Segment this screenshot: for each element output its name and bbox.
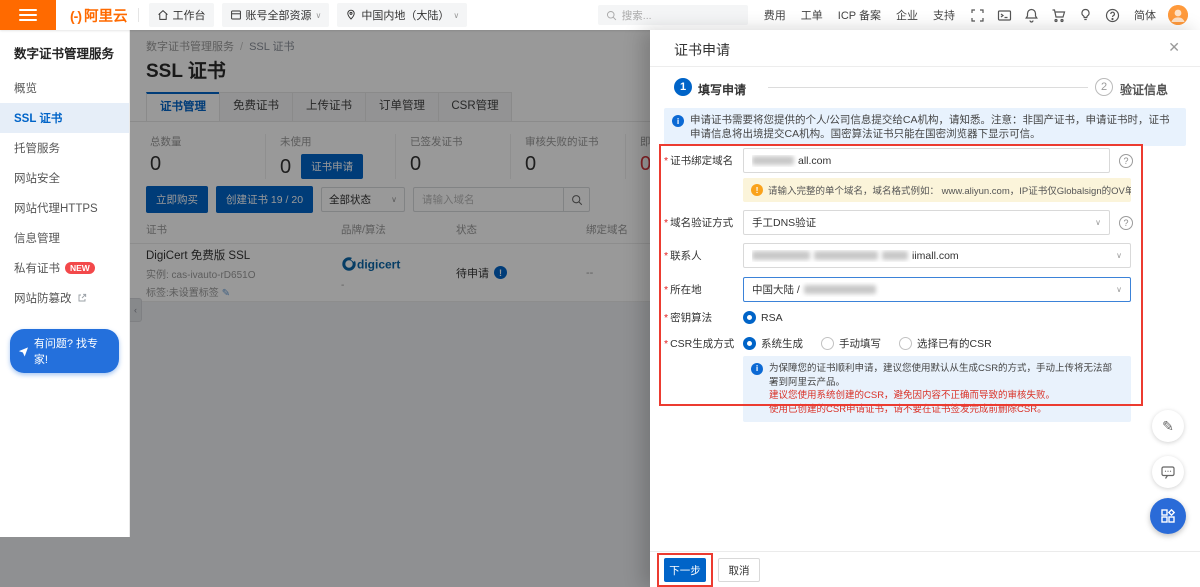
radio-unselected-icon (821, 337, 834, 350)
sidebar-item-hosting-service[interactable]: 托管服务 (0, 133, 129, 163)
global-search-input[interactable]: 搜索... (597, 5, 748, 25)
domain-warning: ! 请输入完整的单个域名，域名格式例如： www.aliyun.com，IP证书… (743, 178, 1131, 202)
expand-icon[interactable] (970, 8, 985, 23)
drawer-title: 证书申请 (674, 42, 730, 58)
step-2-circle: 2 (1095, 78, 1113, 96)
sidebar-item-ssl-certificates[interactable]: SSL 证书 (0, 103, 129, 133)
sidebar-item-proxy-https[interactable]: 网站代理HTTPS (0, 193, 129, 223)
sidebar-item-info-management[interactable]: 信息管理 (0, 223, 129, 253)
step-connector (768, 87, 1088, 88)
chevron-down-icon: ∨ (1116, 251, 1122, 260)
redacted-text (814, 251, 878, 260)
radio-rsa[interactable]: RSA (743, 311, 783, 324)
csr-info-box: i 为保障您的证书顺利申请，建议您使用默认从生成CSR的方式，手动上传将无法部署… (743, 356, 1131, 422)
chat-bubble-icon (1161, 466, 1175, 479)
menu-item-icp[interactable]: ICP 备案 (838, 7, 881, 23)
search-icon (606, 10, 617, 20)
redacted-text (752, 156, 794, 165)
topbar: (-) 阿里云 工作台 账号全部资源 ∨ 中国内地（大陆） ∨ 搜索... 费用… (0, 0, 1200, 30)
redacted-text (803, 285, 876, 294)
cart-icon[interactable] (1051, 8, 1066, 23)
drawer-overlay-mask[interactable] (130, 30, 650, 587)
topbar-menu: 费用 工单 ICP 备案 企业 支持 (764, 7, 955, 23)
menu-item-billing[interactable]: 费用 (764, 7, 786, 23)
close-icon[interactable]: ✕ (1168, 39, 1180, 56)
field-key-algo: * 密钥算法 RSA (664, 311, 783, 324)
account-scope-selector[interactable]: 账号全部资源 ∨ (221, 3, 330, 27)
region-pin-icon (347, 9, 356, 20)
menu-item-support[interactable]: 支持 (933, 7, 955, 23)
sidebar-item-anti-tampering[interactable]: 网站防篡改 (0, 283, 129, 313)
warning-icon: ! (751, 184, 763, 196)
radio-selected-icon (743, 311, 756, 324)
sidebar-item-private-certificates[interactable]: 私有证书 NEW (0, 253, 129, 283)
aliyun-logo-mark: (-) (70, 7, 82, 24)
language-switcher[interactable]: 简体 (1134, 7, 1156, 23)
topbar-icons (970, 8, 1120, 23)
drawer-overlay-mask-strip (0, 537, 130, 587)
step-2-label: 验证信息 (1120, 83, 1169, 97)
chevron-down-icon: ∨ (1095, 218, 1101, 227)
next-step-button[interactable]: 下一步 (664, 558, 706, 582)
drawer-notice: i 申请证书需要将您提供的个人/公司信息提交给CA机构，请知悉。注意：非国产证书… (664, 108, 1186, 146)
field-location: * 所在地 中国大陆 / ∨ (664, 277, 1131, 302)
chevron-down-icon: ∨ (453, 10, 460, 20)
ask-expert-button[interactable]: 有问题? 找专家! (10, 329, 119, 373)
external-link-icon (78, 293, 86, 302)
question-circle-icon[interactable]: ? (1119, 215, 1133, 230)
pencil-icon: ✎ (1162, 417, 1174, 434)
notice-info-icon: i (672, 115, 684, 127)
field-csr-method: * CSR生成方式 系统生成 手动填写 选择已有的CSR (664, 336, 992, 351)
radio-csr-manual[interactable]: 手动填写 (821, 336, 881, 351)
radio-csr-system[interactable]: 系统生成 (743, 336, 803, 351)
resources-icon (230, 10, 241, 20)
bulb-icon[interactable] (1078, 8, 1093, 23)
drawer-header: 证书申请 ✕ (650, 30, 1200, 67)
radio-unselected-icon (899, 337, 912, 350)
workbench-button[interactable]: 工作台 (148, 3, 214, 27)
home-icon (157, 9, 168, 20)
apps-grid-icon (1161, 508, 1176, 523)
chevron-down-icon: ∨ (315, 10, 322, 20)
sidebar-item-website-security[interactable]: 网站安全 (0, 163, 129, 193)
redacted-text (882, 251, 908, 260)
region-selector[interactable]: 中国内地（大陆） ∨ (337, 3, 468, 27)
field-contact: * 联系人 iimall.com ∨ (664, 243, 1131, 268)
paper-plane-icon (18, 346, 29, 357)
redacted-text (752, 251, 810, 260)
field-domain: * 证书绑定域名 all.com ? (664, 148, 1133, 173)
location-select[interactable]: 中国大陆 / ∨ (743, 277, 1131, 302)
field-verify-method: * 域名验证方式 手工DNS验证 ∨ ? (664, 210, 1133, 235)
menu-item-tickets[interactable]: 工单 (801, 7, 823, 23)
verify-method-select[interactable]: 手工DNS验证 ∨ (743, 210, 1110, 235)
aliyun-logo[interactable]: (-) 阿里云 (70, 5, 128, 26)
step-1-circle: 1 (674, 78, 692, 96)
feedback-pencil-fab[interactable]: ✎ (1152, 410, 1184, 442)
question-circle-icon[interactable]: ? (1119, 153, 1133, 168)
step-1-label: 填写申请 (698, 83, 747, 97)
hamburger-menu-icon[interactable] (0, 0, 56, 30)
bell-icon[interactable] (1024, 8, 1039, 23)
topbar-divider (137, 8, 139, 22)
domain-input[interactable]: all.com (743, 148, 1110, 173)
drawer-footer: 下一步 取消 (650, 551, 1200, 587)
quick-apps-fab[interactable] (1150, 498, 1186, 534)
radio-csr-existing[interactable]: 选择已有的CSR (899, 336, 992, 351)
sidebar-item-overview[interactable]: 概览 (0, 73, 129, 103)
chat-fab[interactable] (1152, 456, 1184, 488)
sidebar: 数字证书管理服务 概览 SSL 证书 托管服务 网站安全 网站代理HTTPS 信… (0, 30, 130, 537)
sidebar-title: 数字证书管理服务 (14, 47, 115, 61)
cloudshell-icon[interactable] (997, 8, 1012, 23)
cancel-button[interactable]: 取消 (718, 558, 760, 582)
csr-info-icon: i (751, 363, 763, 375)
chevron-down-icon: ∨ (1116, 285, 1122, 294)
menu-item-enterprise[interactable]: 企业 (896, 7, 918, 23)
radio-selected-icon (743, 337, 756, 350)
aliyun-console-page: (-) 阿里云 工作台 账号全部资源 ∨ 中国内地（大陆） ∨ 搜索... 费用… (0, 0, 1200, 587)
avatar[interactable] (1168, 5, 1188, 25)
cert-apply-drawer: 证书申请 ✕ 1 填写申请 2 验证信息 i 申请证书需要将您提供的个人/公司信… (650, 30, 1200, 587)
help-icon[interactable] (1105, 8, 1120, 23)
new-badge: NEW (65, 262, 95, 274)
contact-select[interactable]: iimall.com ∨ (743, 243, 1131, 268)
